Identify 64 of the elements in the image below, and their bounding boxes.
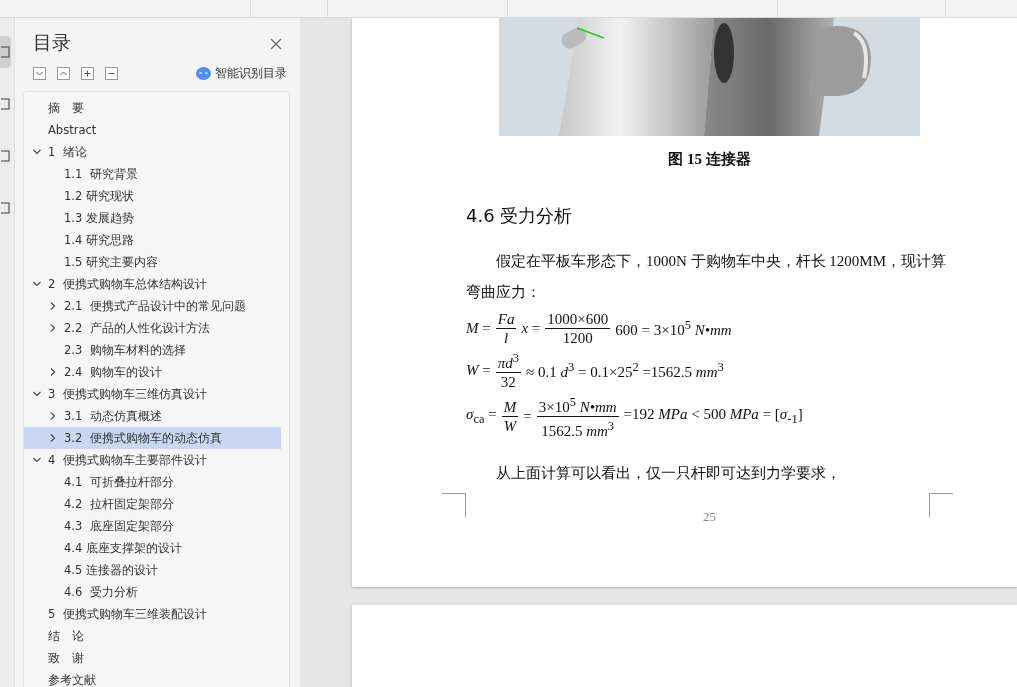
toc-item[interactable]: 1.4 研究思路 (24, 229, 281, 251)
minus-icon[interactable] (105, 67, 118, 80)
robot-icon (196, 67, 211, 80)
collapse-all-icon[interactable] (57, 67, 70, 80)
chevron-icon[interactable] (48, 433, 58, 443)
plus-icon[interactable] (81, 67, 94, 80)
toc-item[interactable]: 结 论 (24, 625, 289, 647)
toc-item[interactable]: 1.1 研究背景 (24, 163, 281, 185)
toc-item[interactable]: Abstract (24, 119, 289, 141)
toc-item[interactable]: 1.2 研究现状 (24, 185, 281, 207)
rail-icon[interactable] (0, 36, 11, 68)
section-heading: 4.6 受力分析 (466, 204, 574, 228)
chevron-icon[interactable] (32, 279, 42, 289)
formula-fraction: 3×10$^{5}$ N•mm 1562.5 mm$^{3}$ (536, 393, 619, 440)
formula-text: = (523, 408, 532, 425)
toc-item[interactable]: 1.5 研究主要内容 (24, 251, 281, 273)
formula-text: x = (521, 320, 541, 337)
chevron-icon[interactable] (48, 323, 58, 333)
toc-item[interactable]: 4.5 连接器的设计 (24, 559, 281, 581)
chevron-icon[interactable] (48, 301, 58, 311)
toc-item[interactable]: 3.2 便携式购物车的动态仿真 (24, 427, 281, 449)
smart-toc-button[interactable]: 智能识别目录 (196, 65, 287, 82)
chevron-icon[interactable] (32, 389, 42, 399)
formula-fraction: Fa l (495, 310, 517, 347)
toc-item[interactable]: 2.3 购物车材料的选择 (24, 339, 281, 361)
formula-text: σ$_{ca}$ = (466, 406, 497, 427)
toc-item[interactable]: 4.2 拉杆固定架部分 (24, 493, 281, 515)
crop-mark-icon (929, 493, 953, 517)
panel-title: 目录 (33, 30, 72, 55)
expand-all-icon[interactable] (33, 67, 46, 80)
chevron-icon[interactable] (48, 411, 58, 421)
crop-mark-icon (442, 493, 466, 517)
toc-item[interactable]: 参考文献 (24, 669, 289, 687)
toc-item[interactable]: 4 便携式购物车主要部件设计 (24, 449, 289, 471)
page-number: 25 (702, 509, 717, 525)
formula-text: ≈ 0.1 d$^{3}$ = 0.1×25$^{2}$ =1562.5 mm$^{3}$ (526, 359, 724, 381)
figure-caption: 图 15 连接器 (667, 150, 752, 169)
chevron-icon[interactable] (32, 147, 42, 157)
formula-text: 600 = 3×10$^{5}$ N•mm (615, 318, 732, 339)
chevron-icon[interactable] (48, 367, 58, 377)
toc-item[interactable]: 5 便携式购物车三维装配设计 (24, 603, 289, 625)
toc-item[interactable]: 4.4 底座支撑架的设计 (24, 537, 281, 559)
formula-text: W = (466, 361, 491, 379)
body-paragraph: 从上面计算可以看出，仅一只杆即可达到力学要求， (495, 464, 842, 483)
toc-item[interactable]: 4.1 可折叠拉杆部分 (24, 471, 281, 493)
toc-item[interactable]: 摘 要 (24, 97, 289, 119)
toc-item[interactable]: 1.3 发展趋势 (24, 207, 281, 229)
toc-item[interactable]: 1 绪论 (24, 141, 289, 163)
toc-item[interactable]: 2.2 产品的人性化设计方法 (24, 317, 281, 339)
formula-text: =192 MPa < 500 MPa = [σ$_{-1}$] (623, 406, 803, 427)
formula-text: M = (466, 320, 491, 337)
toc-item[interactable]: 2.1 便携式产品设计中的常见问题 (24, 295, 281, 317)
formula-fraction: 1000×600 1200 (545, 310, 611, 347)
chevron-icon[interactable] (32, 455, 42, 465)
toc-item[interactable]: 4.6 受力分析 (24, 581, 281, 603)
formula-fraction: M W (501, 398, 519, 435)
toc-item[interactable]: 3 便携式购物车三维仿真设计 (24, 383, 289, 405)
toc-item[interactable]: 3.1 动态仿真概述 (24, 405, 281, 427)
formula-fraction: πd$^{3}$ 32 (495, 349, 521, 391)
toc-item[interactable]: 致 谢 (24, 647, 289, 669)
toc-item[interactable]: 4.3 底座固定架部分 (24, 515, 281, 537)
close-icon[interactable] (270, 38, 282, 50)
toc-item[interactable]: 2.4 购物车的设计 (24, 361, 281, 383)
toc-item[interactable]: 2 便携式购物车总体结构设计 (24, 273, 289, 295)
